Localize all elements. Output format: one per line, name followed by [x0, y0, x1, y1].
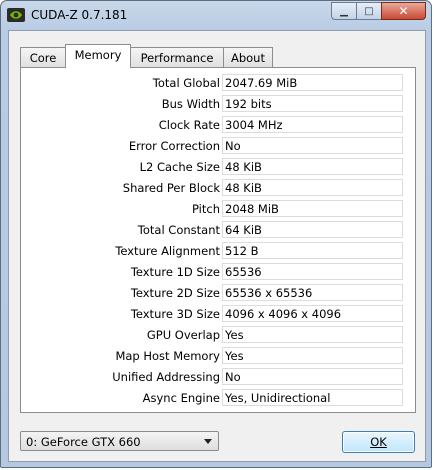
row-value[interactable]: 192 bits [222, 95, 403, 112]
row-label: Clock Rate [158, 118, 220, 132]
device-select[interactable]: 0: GeForce GTX 660 [20, 431, 219, 451]
maximize-icon: □ [364, 5, 374, 17]
tab-core[interactable]: Core [20, 47, 66, 67]
row-map-host-memory: Map Host Memory Yes [21, 346, 415, 367]
row-l2-cache-size: L2 Cache Size 48 KiB [21, 157, 415, 178]
row-label: Total Global [152, 76, 220, 90]
row-value[interactable]: 48 KiB [222, 179, 403, 196]
row-value[interactable]: 48 KiB [222, 158, 403, 175]
row-label: Texture 1D Size [130, 265, 220, 279]
tab-performance[interactable]: Performance [130, 47, 224, 67]
row-label: Shared Per Block [122, 181, 220, 195]
row-label: Unified Addressing [112, 370, 220, 384]
row-label: Async Engine [142, 391, 220, 405]
dialog-client-area: Core Memory Performance About Total Glob… [8, 30, 426, 462]
maximize-button[interactable]: □ [356, 2, 382, 20]
row-unified-addressing: Unified Addressing No [21, 367, 415, 388]
row-label: Total Constant [137, 223, 220, 237]
tab-about[interactable]: About [223, 47, 273, 67]
minimize-button[interactable]: ▁ [331, 2, 357, 20]
row-value[interactable]: Yes [222, 326, 403, 343]
row-value[interactable]: 2047.69 MiB [222, 74, 403, 91]
row-texture-1d-size: Texture 1D Size 65536 [21, 262, 415, 283]
row-value[interactable]: Yes [222, 347, 403, 364]
row-label: Bus Width [161, 97, 220, 111]
row-gpu-overlap: GPU Overlap Yes [21, 325, 415, 346]
close-button[interactable]: ✕ [381, 2, 426, 20]
row-value[interactable]: 3004 MHz [222, 116, 403, 133]
tab-memory[interactable]: Memory [65, 44, 131, 68]
row-label: Pitch [192, 202, 220, 216]
row-shared-per-block: Shared Per Block 48 KiB [21, 178, 415, 199]
close-icon: ✕ [398, 4, 409, 18]
minimize-icon: ▁ [340, 5, 348, 17]
row-value[interactable]: 65536 x 65536 [222, 284, 403, 301]
row-value[interactable]: 64 KiB [222, 221, 403, 238]
chevron-down-icon [204, 439, 212, 444]
row-value[interactable]: No [222, 368, 403, 385]
row-total-constant: Total Constant 64 KiB [21, 220, 415, 241]
row-bus-width: Bus Width 192 bits [21, 94, 415, 115]
row-pitch: Pitch 2048 MiB [21, 199, 415, 220]
row-label: L2 Cache Size [139, 160, 220, 174]
cuda-z-window: CUDA-Z 0.7.181 ▁ □ ✕ Core Memory Perform… [0, 0, 432, 468]
row-total-global: Total Global 2047.69 MiB [21, 73, 415, 94]
row-label: GPU Overlap [146, 328, 220, 342]
row-label: Texture 3D Size [130, 307, 220, 321]
row-texture-alignment: Texture Alignment 512 B [21, 241, 415, 262]
window-title: CUDA-Z 0.7.181 [31, 8, 128, 22]
row-label: Texture 2D Size [130, 286, 220, 300]
row-value[interactable]: Yes, Unidirectional [222, 389, 403, 406]
row-clock-rate: Clock Rate 3004 MHz [21, 115, 415, 136]
row-label: Error Correction [128, 139, 220, 153]
row-label: Map Host Memory [115, 349, 220, 363]
row-value[interactable]: 4096 x 4096 x 4096 [222, 305, 403, 322]
memory-panel: Total Global 2047.69 MiB Bus Width 192 b… [20, 67, 416, 413]
ok-button[interactable]: OK [342, 431, 415, 453]
row-texture-2d-size: Texture 2D Size 65536 x 65536 [21, 283, 415, 304]
row-async-engine: Async Engine Yes, Unidirectional [21, 388, 415, 409]
row-value[interactable]: 2048 MiB [222, 200, 403, 217]
row-value[interactable]: 512 B [222, 242, 403, 259]
device-select-value: 0: GeForce GTX 660 [26, 435, 141, 449]
row-error-correction: Error Correction No [21, 136, 415, 157]
row-label: Texture Alignment [115, 244, 220, 258]
row-value[interactable]: No [222, 137, 403, 154]
row-value[interactable]: 65536 [222, 263, 403, 280]
row-texture-3d-size: Texture 3D Size 4096 x 4096 x 4096 [21, 304, 415, 325]
title-bar[interactable]: CUDA-Z 0.7.181 ▁ □ ✕ [1, 1, 431, 29]
nvidia-app-icon [7, 8, 25, 22]
